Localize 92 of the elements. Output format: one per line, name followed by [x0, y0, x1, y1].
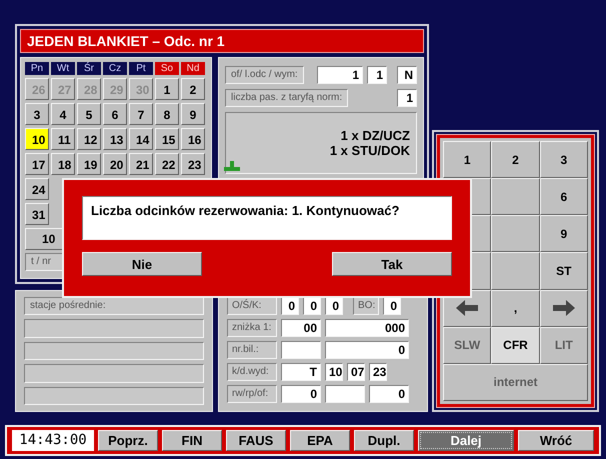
- toolbar-button[interactable]: Wróć: [518, 430, 594, 451]
- calendar-day[interactable]: 31: [25, 203, 49, 225]
- weekday-label: Śr: [77, 62, 101, 75]
- clock: 14:43:00: [12, 430, 94, 451]
- calendar-day[interactable]: 6: [103, 103, 127, 125]
- calendar-day[interactable]: 12: [77, 128, 101, 150]
- carrier-button[interactable]: CFR: [491, 326, 540, 364]
- calendar-day[interactable]: 1: [155, 78, 179, 100]
- input-field[interactable]: N: [397, 66, 417, 84]
- input-field[interactable]: 0: [369, 385, 409, 403]
- weekday-label: Pt: [129, 62, 153, 75]
- calendar-day[interactable]: 3: [25, 103, 49, 125]
- weekday-label: Wt: [51, 62, 75, 75]
- field-label: rw/rp/of:: [227, 385, 277, 403]
- input-field[interactable]: 000: [325, 319, 409, 337]
- calendar-day[interactable]: 18: [51, 153, 75, 175]
- calendar-day[interactable]: 24: [25, 178, 49, 200]
- keypad-key[interactable]: 2: [491, 141, 540, 178]
- calendar-day[interactable]: 15: [155, 128, 179, 150]
- keypad-key[interactable]: 6: [540, 178, 588, 216]
- weekday-label: Cz: [103, 62, 127, 75]
- input-field[interactable]: 07: [347, 363, 365, 381]
- input-field[interactable]: 0: [325, 341, 409, 359]
- left-arrow-icon: [456, 300, 478, 316]
- input-field[interactable]: [24, 319, 204, 338]
- calendar-day[interactable]: 7: [129, 103, 153, 125]
- toolbar-button[interactable]: FIN: [162, 430, 222, 451]
- calendar-day[interactable]: 9: [181, 103, 205, 125]
- input-field[interactable]: T: [281, 363, 321, 381]
- calendar-day[interactable]: 16: [181, 128, 205, 150]
- input-field[interactable]: 0: [325, 297, 343, 315]
- right-arrow-button[interactable]: [540, 290, 588, 327]
- calendar-day[interactable]: 2: [181, 78, 205, 100]
- field-label: BO:: [353, 297, 379, 315]
- calendar-day[interactable]: 8: [155, 103, 179, 125]
- calendar-day[interactable]: 10: [25, 128, 49, 150]
- calendar-day[interactable]: 11: [51, 128, 75, 150]
- input-field[interactable]: 0: [281, 385, 321, 403]
- calendar-day[interactable]: 20: [103, 153, 127, 175]
- field-label: liczba pas. z taryfą norm:: [225, 89, 348, 107]
- input-field[interactable]: 1: [397, 89, 417, 107]
- summary-line: 1 x STU/DOK: [330, 143, 410, 158]
- input-field[interactable]: [24, 342, 204, 360]
- calendar-day[interactable]: 14: [129, 128, 153, 150]
- dialog-button[interactable]: Nie: [82, 252, 202, 276]
- field-label: O/Ś/K:: [227, 297, 277, 315]
- calendar-day[interactable]: 23: [181, 153, 205, 175]
- keypad-key[interactable]: ST: [540, 252, 588, 290]
- summary-line: 1 x DZ/UCZ: [340, 128, 410, 143]
- input-field[interactable]: 0: [303, 297, 321, 315]
- input-field[interactable]: 00: [281, 319, 321, 337]
- calendar-day[interactable]: 22: [155, 153, 179, 175]
- dialog-message: Liczba odcinków rezerwowania: 1. Kontynuować?: [82, 196, 452, 240]
- calendar-day[interactable]: 17: [25, 153, 49, 175]
- right-arrow-icon: [552, 300, 575, 316]
- input-field[interactable]: [281, 341, 321, 359]
- calendar-day[interactable]: 13: [103, 128, 127, 150]
- input-field[interactable]: [24, 364, 204, 382]
- field-label: of/ l.odc / wym:: [225, 66, 304, 84]
- weekday-label: Pn: [25, 62, 49, 75]
- input-field[interactable]: 0: [383, 297, 401, 315]
- keypad-key[interactable]: [491, 252, 540, 290]
- input-field[interactable]: [325, 385, 365, 403]
- field-label: nr.bil.:: [227, 341, 277, 359]
- toolbar-button[interactable]: Dupl.: [354, 430, 414, 451]
- calendar-day[interactable]: 19: [77, 153, 101, 175]
- keypad-key[interactable]: ,: [491, 290, 540, 327]
- keypad-key[interactable]: 1: [443, 141, 492, 178]
- toolbar-button[interactable]: EPA: [290, 430, 350, 451]
- calendar-day[interactable]: 5: [77, 103, 101, 125]
- input-field[interactable]: 10: [325, 363, 343, 381]
- keypad-key[interactable]: 9: [540, 215, 588, 252]
- toolbar-button[interactable]: FAUS: [226, 430, 286, 451]
- field-label: k/d.wyd:: [227, 363, 277, 381]
- keypad-key[interactable]: [491, 178, 540, 216]
- toolbar-button[interactable]: Dalej: [418, 430, 514, 451]
- weekday-label: So: [155, 62, 179, 75]
- input-field[interactable]: 0: [281, 297, 299, 315]
- calendar-day[interactable]: 21: [129, 153, 153, 175]
- toolbar-button[interactable]: Poprz.: [98, 430, 158, 451]
- window-title: JEDEN BLANKIET – Odc. nr 1: [20, 29, 424, 53]
- keypad-key[interactable]: [491, 215, 540, 252]
- input-field[interactable]: 1: [317, 66, 363, 84]
- field-label: stacje pośrednie:: [24, 297, 204, 315]
- keypad-key[interactable]: 3: [540, 141, 588, 178]
- calendar-day[interactable]: 4: [51, 103, 75, 125]
- input-field[interactable]: 1: [367, 66, 387, 84]
- input-field[interactable]: [24, 386, 204, 405]
- field-label: zniżka 1:: [227, 319, 277, 337]
- dialog-button[interactable]: Tak: [332, 252, 452, 276]
- weekday-label: Nd: [181, 62, 205, 75]
- input-field[interactable]: 23: [369, 363, 387, 381]
